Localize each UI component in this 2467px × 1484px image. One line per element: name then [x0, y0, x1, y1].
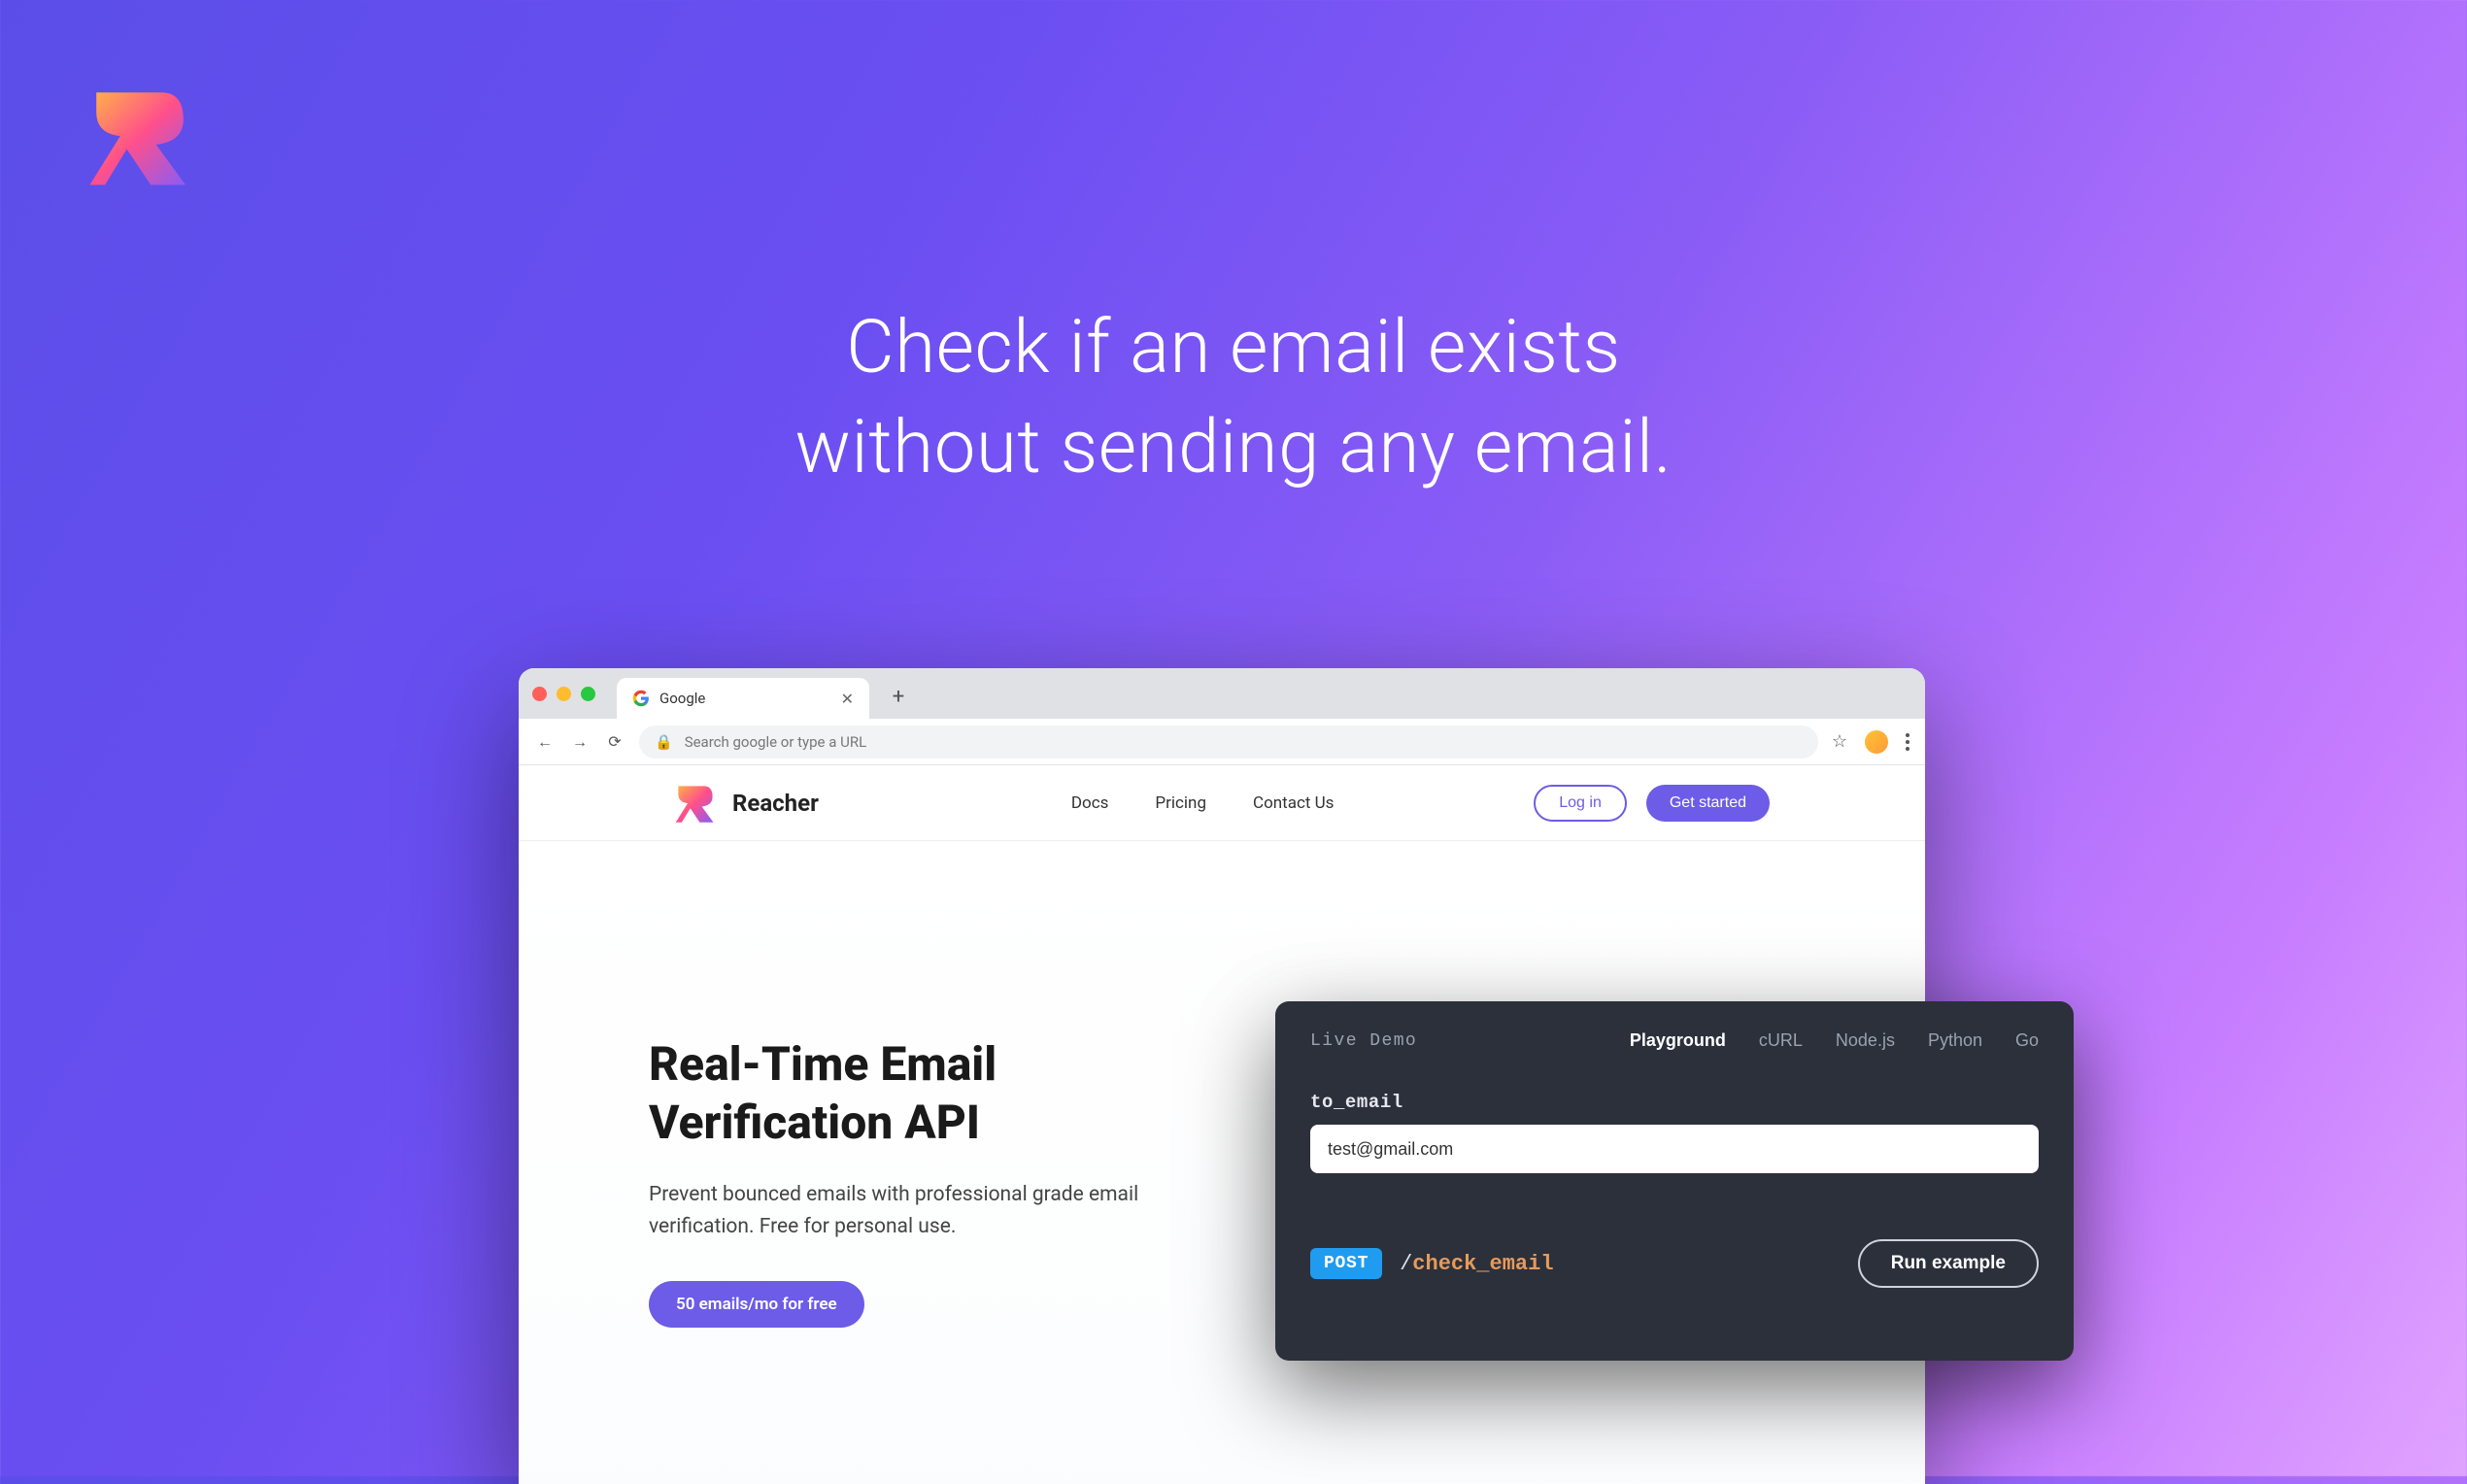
login-button[interactable]: Log in — [1534, 785, 1627, 822]
address-bar[interactable]: 🔒 Search google or type a URL — [639, 725, 1818, 759]
forward-button[interactable]: → — [569, 732, 591, 752]
marketing-headline: Check if an email exists without sending… — [0, 297, 2467, 496]
hero-title-line2: Verification API — [649, 1095, 980, 1150]
back-button[interactable]: ← — [534, 732, 556, 752]
google-favicon-icon — [632, 690, 650, 707]
http-method-badge: POST — [1310, 1248, 1382, 1279]
endpoint-slash: / — [1400, 1252, 1412, 1276]
nav-contact[interactable]: Contact Us — [1253, 793, 1334, 813]
primary-nav: Docs Pricing Contact Us — [1071, 793, 1335, 813]
headline-line2: without sending any email. — [0, 397, 2467, 497]
profile-avatar-icon[interactable] — [1865, 730, 1888, 754]
api-playground: Live Demo Playground cURL Node.js Python… — [1275, 1001, 2074, 1361]
close-window-icon[interactable] — [532, 687, 547, 701]
hero-title-line1: Real-Time Email — [649, 1036, 997, 1092]
browser-tab[interactable]: Google ✕ — [617, 678, 869, 719]
reacher-logo-icon — [674, 782, 717, 825]
maximize-window-icon[interactable] — [581, 687, 595, 701]
tab-go[interactable]: Go — [2015, 1030, 2039, 1051]
playground-title: Live Demo — [1310, 1031, 1417, 1051]
browser-toolbar: ← → ⟳ 🔒 Search google or type a URL ☆ — [519, 719, 1925, 765]
hero-cta-button[interactable]: 50 emails/mo for free — [649, 1281, 864, 1328]
browser-menu-icon[interactable] — [1906, 733, 1909, 751]
tab-python[interactable]: Python — [1928, 1030, 1982, 1051]
close-tab-icon[interactable]: ✕ — [841, 690, 854, 708]
window-traffic-lights — [532, 687, 595, 701]
tab-node[interactable]: Node.js — [1836, 1030, 1895, 1051]
headline-line1: Check if an email exists — [0, 297, 2467, 397]
field-label-to-email: to_email — [1310, 1092, 2039, 1113]
reload-button[interactable]: ⟳ — [604, 732, 625, 751]
get-started-button[interactable]: Get started — [1646, 785, 1770, 822]
brand[interactable]: Reacher — [674, 782, 819, 825]
endpoint-name: check_email — [1412, 1252, 1553, 1276]
nav-docs[interactable]: Docs — [1071, 793, 1109, 813]
tab-playground[interactable]: Playground — [1630, 1030, 1726, 1051]
reacher-logo-icon — [85, 82, 194, 190]
brand-name: Reacher — [732, 790, 819, 817]
email-input[interactable] — [1310, 1125, 2039, 1173]
hero-subtitle: Prevent bounced emails with professional… — [649, 1179, 1193, 1242]
browser-tabstrip: Google ✕ + — [519, 668, 1925, 719]
lock-icon: 🔒 — [655, 733, 673, 751]
browser-tab-title: Google — [659, 690, 705, 707]
playground-tabs: Playground cURL Node.js Python Go — [1630, 1030, 2039, 1051]
run-example-button[interactable]: Run example — [1858, 1239, 2039, 1288]
bookmark-icon[interactable]: ☆ — [1832, 731, 1847, 752]
site-header: Reacher Docs Pricing Contact Us Log in G… — [519, 765, 1925, 841]
new-tab-button[interactable]: + — [885, 683, 912, 710]
hero-title: Real-Time Email Verification API — [649, 1035, 1232, 1152]
tab-curl[interactable]: cURL — [1759, 1030, 1803, 1051]
nav-pricing[interactable]: Pricing — [1155, 793, 1206, 813]
endpoint-path: /check_email — [1400, 1252, 1553, 1276]
address-bar-placeholder: Search google or type a URL — [685, 733, 866, 751]
minimize-window-icon[interactable] — [557, 687, 571, 701]
